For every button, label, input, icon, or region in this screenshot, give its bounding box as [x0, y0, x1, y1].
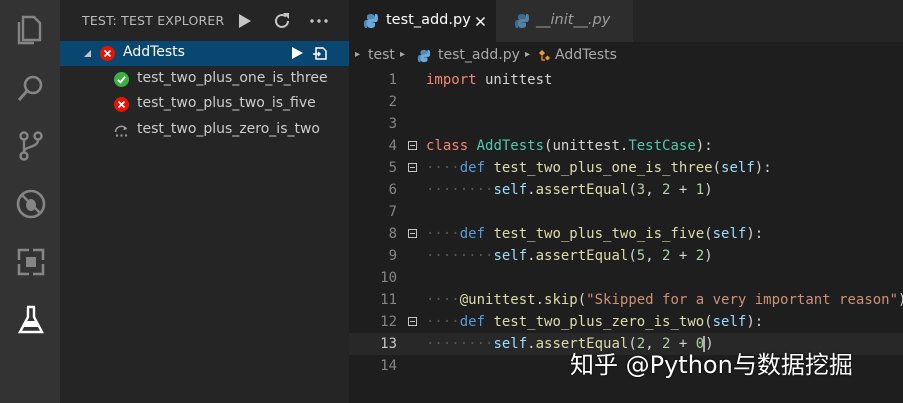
code-line: 9 ········self.assertEqual(5, 2 + 2) [349, 245, 903, 267]
test-item-label: test_two_plus_zero_is_two [137, 121, 320, 137]
debug-icon[interactable] [14, 187, 48, 221]
class-symbol-icon [539, 50, 550, 61]
test-item-row[interactable]: test_two_plus_zero_is_two [60, 118, 349, 143]
tab-init[interactable]: __init__.py [496, 0, 633, 42]
files-icon[interactable] [14, 13, 48, 47]
breadcrumb-separator-icon: ▸ [525, 49, 531, 60]
line-number: 13 [380, 336, 397, 352]
failed-status-icon [100, 46, 115, 61]
fold-toggle-icon[interactable] [408, 163, 417, 172]
code-text: ····def test_two_plus_zero_is_two(self): [426, 314, 764, 330]
editor-area: test_add.py __init__.py ▸ test ▸ test_ad… [349, 0, 903, 403]
python-file-icon [417, 49, 431, 63]
code-line: 1 import unittest [349, 69, 903, 91]
tab-test-add[interactable]: test_add.py [349, 0, 496, 42]
extensions-icon[interactable] [14, 245, 48, 279]
go-to-source-icon[interactable] [312, 45, 329, 62]
breadcrumb-file[interactable]: test_add.py [438, 47, 520, 63]
breadcrumb-symbol[interactable]: AddTests [555, 47, 617, 63]
code-line: 8 ····def test_two_plus_two_is_five(self… [349, 223, 903, 245]
line-number: 12 [380, 314, 397, 330]
line-number: 9 [388, 248, 397, 264]
code-line: 5 ····def test_two_plus_one_is_three(sel… [349, 157, 903, 179]
test-suite-row[interactable]: AddTests [60, 41, 349, 66]
close-tab-icon[interactable] [475, 16, 486, 27]
failed-status-icon [114, 97, 129, 112]
test-item-label: test_two_plus_one_is_three [137, 70, 328, 86]
code-line: 10 [349, 267, 903, 289]
code-text: ········self.assertEqual(3, 2 + 1) [426, 182, 713, 198]
test-item-label: test_two_plus_two_is_five [137, 95, 316, 111]
test-suite-label: AddTests [123, 44, 185, 60]
code-text: ····def test_two_plus_one_is_three(self)… [426, 160, 772, 176]
fold-toggle-icon[interactable] [408, 317, 417, 326]
refresh-icon[interactable] [271, 10, 293, 32]
line-number: 2 [388, 94, 397, 110]
code-line: 12 ····def test_two_plus_zero_is_two(sel… [349, 311, 903, 333]
line-number: 5 [388, 160, 397, 176]
line-number: 3 [388, 116, 397, 132]
tab-label: __init__.py [536, 12, 611, 28]
breadcrumb-chevron-icon: ▸ [355, 49, 361, 60]
passed-status-icon [114, 72, 129, 87]
tab-bar: test_add.py __init__.py [349, 0, 903, 42]
line-number: 6 [388, 182, 397, 198]
expand-chevron-icon[interactable] [83, 49, 92, 58]
search-icon[interactable] [14, 71, 48, 105]
breadcrumb-separator-icon: ▸ [400, 49, 406, 60]
fold-toggle-icon[interactable] [408, 141, 417, 150]
line-number: 10 [380, 270, 397, 286]
sidebar-header: TEST: TEST EXPLORER [60, 0, 349, 42]
line-number: 14 [380, 358, 397, 374]
breadcrumb-folder[interactable]: test [368, 47, 395, 63]
code-line: 7 [349, 201, 903, 223]
test-explorer-sidebar: TEST: TEST EXPLORER AddTests test_two_pl… [60, 0, 349, 403]
skipped-status-icon [114, 125, 128, 137]
code-text: class AddTests(unittest.TestCase): [426, 138, 713, 154]
sidebar-title: TEST: TEST EXPLORER [82, 13, 225, 28]
more-actions-icon[interactable] [308, 10, 330, 32]
tab-label: test_add.py [386, 12, 471, 28]
test-flask-icon[interactable] [14, 303, 48, 337]
run-all-tests-icon[interactable] [233, 10, 255, 32]
line-number: 8 [388, 226, 397, 242]
code-line: 3 [349, 113, 903, 135]
code-line: 11 ····@unittest.skip("Skipped for a ver… [349, 289, 903, 311]
line-number: 4 [388, 138, 397, 154]
test-item-row[interactable]: test_two_plus_one_is_three [60, 67, 349, 92]
activity-bar [0, 0, 60, 403]
line-number: 1 [388, 72, 397, 88]
code-line: 4 class AddTests(unittest.TestCase): [349, 135, 903, 157]
code-text: ····def test_two_plus_two_is_five(self): [426, 226, 764, 242]
fold-toggle-icon[interactable] [408, 229, 417, 238]
code-line: 2 [349, 91, 903, 113]
line-number: 11 [380, 292, 397, 308]
python-file-icon [515, 14, 529, 28]
line-number: 7 [388, 204, 397, 220]
test-item-row[interactable]: test_two_plus_two_is_five [60, 92, 349, 117]
watermark: 知乎 @Python与数据挖掘 [570, 351, 853, 379]
breadcrumb: ▸ test ▸ test_add.py ▸ AddTests [349, 44, 903, 68]
code-line: 6 ········self.assertEqual(3, 2 + 1) [349, 179, 903, 201]
code-text: ····@unittest.skip("Skipped for a very i… [426, 292, 903, 308]
code-text: import unittest [426, 72, 553, 88]
code-text: ········self.assertEqual(5, 2 + 2) [426, 248, 713, 264]
run-test-icon[interactable] [289, 45, 305, 61]
source-control-icon[interactable] [14, 129, 48, 163]
python-file-icon [364, 14, 378, 28]
